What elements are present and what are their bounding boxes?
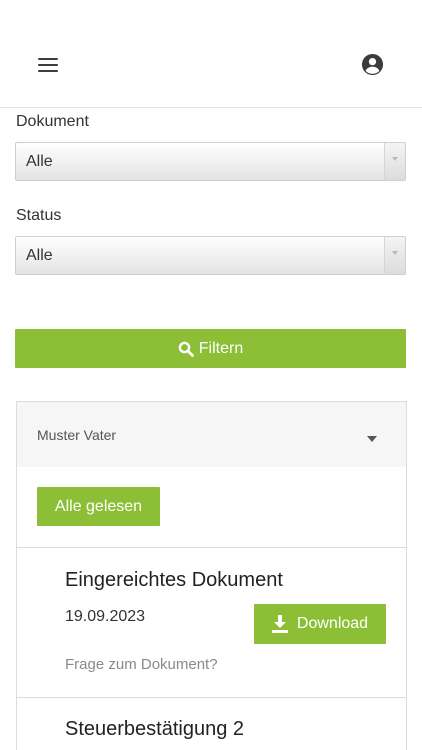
divider [17,697,406,698]
filter-button-label: Filtern [198,339,244,357]
chevron-down-icon [384,143,405,180]
status-select[interactable]: Alle [15,236,406,275]
download-button[interactable]: Download [254,604,386,644]
download-icon [271,615,288,633]
chevron-down-icon [384,237,405,274]
document-date: 19.09.2023 [65,608,146,625]
status-select-value: Alle [26,247,53,264]
user-circle-icon[interactable] [361,53,384,76]
document-title: Steuerbestätigung 2 [65,718,245,740]
status-filter-label: Status [16,207,62,224]
caret-down-icon [367,436,377,442]
group-name: Muster Vater [37,427,117,443]
document-title: Eingereichtes Dokument [65,569,283,591]
top-bar [0,0,422,108]
download-button-label: Download [296,615,369,632]
mark-all-read-button[interactable]: Alle gelesen [37,487,160,526]
hamburger-menu-icon[interactable] [38,55,60,75]
document-filter-label: Dokument [16,113,89,130]
search-icon [178,341,194,357]
divider [17,547,406,548]
group-header[interactable]: Muster Vater [17,402,406,467]
document-question-link[interactable]: Frage zum Dokument? [65,656,218,673]
filter-button[interactable]: Filtern [15,329,406,368]
document-group-card: Muster Vater Alle gelesen Eingereichtes … [16,401,407,750]
document-select-value: Alle [26,153,53,170]
document-select[interactable]: Alle [15,142,406,181]
